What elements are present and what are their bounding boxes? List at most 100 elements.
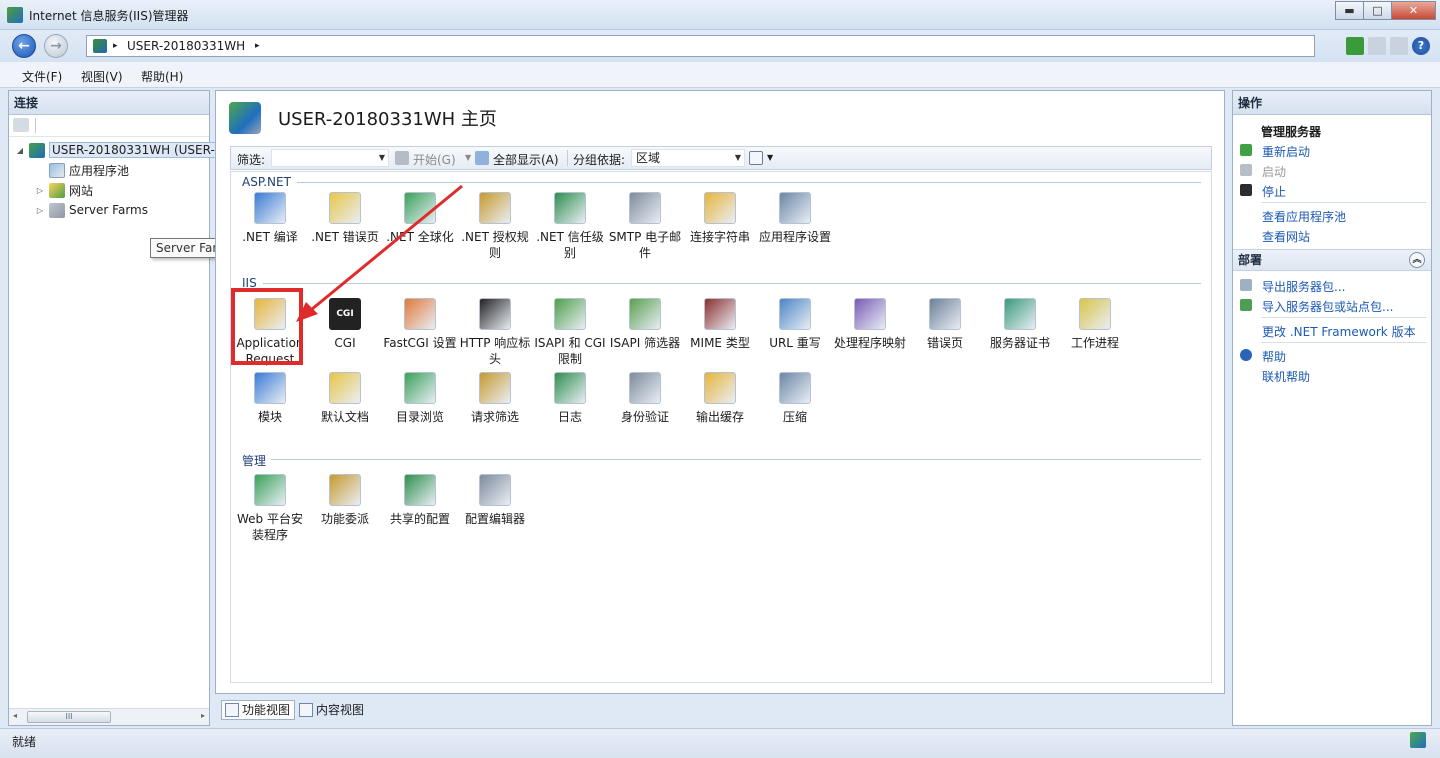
chevron-down-icon[interactable]: ▼ xyxy=(379,150,385,166)
action-stop[interactable]: 停止 xyxy=(1262,183,1286,200)
feature-authentication[interactable]: 身份验证 xyxy=(608,372,682,425)
menu-view[interactable]: 视图(V) xyxy=(81,68,123,85)
feature-directory-browsing[interactable]: 目录浏览 xyxy=(383,372,457,425)
close-button[interactable]: ✕ xyxy=(1391,1,1436,20)
action-view-sites[interactable]: 查看网站 xyxy=(1262,228,1310,245)
feature-mime-types[interactable]: MIME 类型 xyxy=(683,298,757,351)
collapse-icon[interactable]: ︽ xyxy=(1409,252,1425,268)
show-all-button[interactable]: 全部显示(A) xyxy=(493,151,559,168)
home-icon[interactable] xyxy=(1390,37,1408,55)
connections-panel: 连接 ◢ USER-20180331WH (USER- 应用程序池 ▷ 网站 ▷… xyxy=(8,90,218,726)
feature-request-filtering[interactable]: 请求筛选 xyxy=(458,372,532,425)
breadcrumb-server[interactable]: USER-20180331WH xyxy=(127,39,245,53)
action-online-help[interactable]: 联机帮助 xyxy=(1262,368,1310,385)
deploy-section-header[interactable]: 部署 ︽ xyxy=(1233,249,1431,271)
server-status-icon xyxy=(1410,732,1426,748)
feature-net-error-pages[interactable]: .NET 错误页 xyxy=(308,192,382,245)
forward-button[interactable]: → xyxy=(44,34,68,58)
feature-cgi[interactable]: CGI CGI xyxy=(308,298,382,351)
tab-label: 内容视图 xyxy=(316,703,365,717)
window-controls: ▬ □ ✕ xyxy=(1335,1,1436,20)
feature-configuration-editor[interactable]: 配置编辑器 xyxy=(458,474,532,527)
tree-node-sites[interactable]: ▷ 网站 xyxy=(35,181,93,199)
filter-input[interactable]: ▼ xyxy=(271,149,389,167)
group-by-value: 区域 xyxy=(636,151,661,165)
stop-icon[interactable] xyxy=(1368,37,1386,55)
expand-twisty[interactable]: ▷ xyxy=(35,206,45,215)
back-button[interactable]: ← xyxy=(12,34,36,58)
feature-modules[interactable]: 模块 xyxy=(233,372,307,425)
tab-content-view[interactable]: 内容视图 xyxy=(295,700,369,720)
tree-node-label[interactable]: Server Farms xyxy=(69,203,148,217)
feature-shared-configuration[interactable]: 共享的配置 xyxy=(383,474,457,527)
address-field[interactable]: ▸ USER-20180331WH ▸ xyxy=(86,35,1315,57)
action-view-app-pools[interactable]: 查看应用程序池 xyxy=(1262,208,1346,225)
compression-icon xyxy=(779,372,811,404)
feature-isapi-filters[interactable]: ISAPI 筛选器 xyxy=(608,298,682,351)
tree-node-label[interactable]: 应用程序池 xyxy=(69,162,129,179)
group-by-select[interactable]: 区域 ▼ xyxy=(631,149,745,167)
breadcrumb-separator[interactable]: ▸ xyxy=(113,41,118,51)
feature-isapi-cgi-restrictions[interactable]: ISAPI 和 CGI 限制 xyxy=(533,298,607,367)
feature-error-pages[interactable]: 错误页 xyxy=(908,298,982,351)
feature-net-compile[interactable]: .NET 编译 xyxy=(233,192,307,245)
expand-twisty[interactable]: ▷ xyxy=(35,186,45,195)
feature-label: HTTP 响应标头 xyxy=(459,336,531,366)
scroll-left-icon[interactable]: ◂ xyxy=(13,711,17,720)
feature-feature-delegation[interactable]: 功能委派 xyxy=(308,474,382,527)
go-dropdown-icon[interactable]: ▼ xyxy=(465,153,471,162)
server-icon xyxy=(93,39,107,53)
breadcrumb-separator-trailing[interactable]: ▸ xyxy=(255,41,260,51)
scroll-thumb[interactable]: III xyxy=(27,711,111,723)
tab-features-view[interactable]: 功能视图 xyxy=(221,700,296,720)
content-view-icon xyxy=(299,703,313,717)
feature-connection-strings[interactable]: 连接字符串 xyxy=(683,192,757,245)
feature-net-trust-levels[interactable]: .NET 信任级别 xyxy=(533,192,607,261)
scroll-right-icon[interactable]: ▸ xyxy=(201,711,205,720)
up-level-icon[interactable] xyxy=(13,118,29,132)
horizontal-scrollbar[interactable]: ◂ III ▸ xyxy=(9,708,209,725)
help-icon[interactable]: ? xyxy=(1412,37,1430,55)
action-change-framework[interactable]: 更改 .NET Framework 版本 xyxy=(1262,323,1416,340)
feature-url-rewrite[interactable]: URL 重写 xyxy=(758,298,832,351)
group-label-aspnet: ASP.NET xyxy=(242,175,291,189)
view-mode-dropdown-icon[interactable]: ▼ xyxy=(767,153,773,162)
feature-http-response-headers[interactable]: HTTP 响应标头 xyxy=(458,298,532,367)
refresh-icon[interactable] xyxy=(1346,37,1364,55)
action-import-package[interactable]: 导入服务器包或站点包... xyxy=(1262,298,1393,315)
connection-strings-icon xyxy=(704,192,736,224)
maximize-button[interactable]: □ xyxy=(1363,1,1391,20)
group-divider xyxy=(263,283,1201,284)
feature-fastcgi[interactable]: FastCGI 设置 xyxy=(383,298,457,351)
menu-file[interactable]: 文件(F) xyxy=(22,68,62,85)
action-restart[interactable]: 重新启动 xyxy=(1262,143,1310,160)
feature-default-document[interactable]: 默认文档 xyxy=(308,372,382,425)
feature-handler-mappings[interactable]: 处理程序映射 xyxy=(833,298,907,351)
expand-twisty[interactable]: ◢ xyxy=(15,146,25,155)
tree-node-server[interactable]: ◢ USER-20180331WH (USER- xyxy=(15,141,218,159)
minimize-button[interactable]: ▬ xyxy=(1335,1,1363,20)
feature-web-platform-installer[interactable]: Web 平台安装程序 xyxy=(233,474,307,543)
menu-help[interactable]: 帮助(H) xyxy=(141,68,183,85)
tree-node-server-farms[interactable]: ▷ Server Farms xyxy=(35,201,148,219)
feature-worker-processes[interactable]: 工作进程 xyxy=(1058,298,1132,351)
feature-application-request-routing[interactable]: Application Request xyxy=(233,298,307,367)
feature-output-caching[interactable]: 输出缓存 xyxy=(683,372,757,425)
go-button[interactable]: 开始(G) xyxy=(413,151,456,168)
feature-smtp-email[interactable]: SMTP 电子邮件 xyxy=(608,192,682,261)
action-start[interactable]: 启动 xyxy=(1262,163,1286,180)
feature-net-globalization[interactable]: .NET 全球化 xyxy=(383,192,457,245)
feature-app-settings[interactable]: 应用程序设置 xyxy=(758,192,832,245)
feature-server-certificates[interactable]: 服务器证书 xyxy=(983,298,1057,351)
tree-node-label[interactable]: USER-20180331WH (USER- xyxy=(49,142,218,158)
tree-node-app-pools[interactable]: 应用程序池 xyxy=(35,161,129,179)
action-help[interactable]: 帮助 xyxy=(1262,348,1286,365)
feature-net-authorization[interactable]: .NET 授权规则 xyxy=(458,192,532,261)
action-export-server-package[interactable]: 导出服务器包... xyxy=(1262,278,1345,295)
feature-logging[interactable]: 日志 xyxy=(533,372,607,425)
feature-compression[interactable]: 压缩 xyxy=(758,372,832,425)
tree-node-label[interactable]: 网站 xyxy=(69,182,93,199)
modules-icon xyxy=(254,372,286,404)
view-mode-icon[interactable] xyxy=(749,151,763,165)
chevron-down-icon[interactable]: ▼ xyxy=(735,150,741,166)
